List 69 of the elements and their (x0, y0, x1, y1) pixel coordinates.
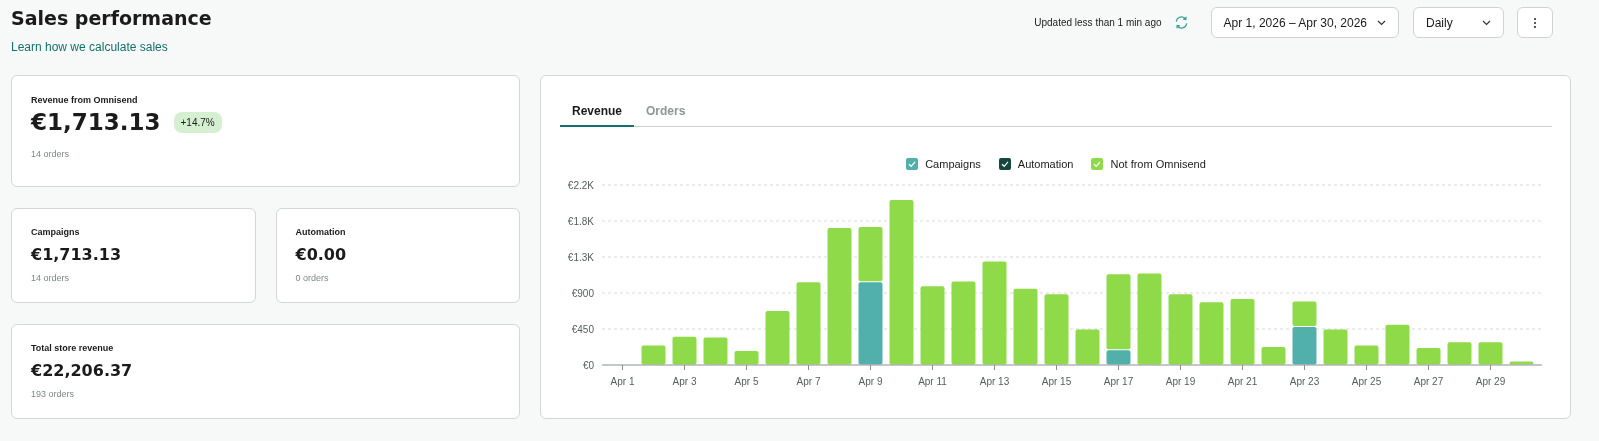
axis-label: Apr 11 (918, 376, 947, 387)
bar (765, 311, 790, 365)
bar (1447, 342, 1472, 365)
legend-label: Campaigns (925, 158, 981, 170)
card-label: Campaigns (31, 227, 81, 237)
axis-label: Apr 5 (734, 376, 759, 387)
interval-select[interactable]: Daily (1413, 7, 1504, 38)
metric-value: €0.00 (295, 245, 348, 264)
axis-label: Apr 9 (858, 376, 883, 387)
axis-label: Apr 17 (1103, 376, 1134, 387)
date-range-select[interactable]: Apr 1, 2026 – Apr 30, 2026 (1210, 7, 1399, 38)
axis-label: €450 (571, 324, 594, 335)
bar (1168, 294, 1193, 365)
caret-icon (1377, 19, 1386, 26)
axis-label: Apr 3 (672, 376, 697, 387)
bar (672, 336, 697, 365)
axis-label: Apr 15 (1041, 376, 1072, 387)
refresh-icon[interactable] (1173, 15, 1189, 30)
revenue-value: €1,713.13 (31, 109, 161, 135)
more-icon (1533, 16, 1537, 29)
page-title: Sales performance (11, 6, 212, 30)
card-label: Revenue from Omnisend (31, 95, 139, 105)
learn-link[interactable]: Learn how we calculate sales (11, 40, 212, 54)
orders-count: 14 orders (31, 273, 71, 283)
legend-label: Not from Omnisend (1110, 158, 1206, 170)
card-label: Total store revenue (31, 343, 115, 353)
bar (1478, 342, 1503, 365)
orders-count: 0 orders (295, 273, 330, 283)
bar (1230, 299, 1255, 365)
bar (1199, 302, 1224, 365)
axis-label: Apr 19 (1165, 376, 1196, 387)
orders-count: 14 orders (31, 149, 71, 159)
legend-checkbox[interactable] (1091, 158, 1104, 170)
legend-checkbox[interactable] (906, 158, 919, 170)
change-badge: +14.7% (173, 111, 222, 133)
orders-count: 193 orders (31, 389, 76, 399)
axis-label: €0 (582, 360, 594, 371)
axis-label: Apr 27 (1413, 376, 1444, 387)
axis-label: Apr 13 (979, 376, 1010, 387)
axis-label: Apr 25 (1351, 376, 1382, 387)
bar (641, 345, 666, 365)
metric-value: €1,713.13 (31, 245, 123, 264)
axis-label: €1.8K (567, 216, 594, 227)
axis-label: €2.2K (567, 180, 594, 191)
axis-label: Apr 29 (1475, 376, 1506, 387)
bar (1075, 329, 1100, 365)
axis-label: Apr 7 (796, 376, 821, 387)
bar (1385, 324, 1410, 365)
axis-label: €900 (571, 288, 594, 299)
legend-label: Automation (1017, 158, 1074, 170)
axis-label: Apr 1 (610, 376, 635, 387)
bar (1323, 329, 1348, 365)
bar (1416, 347, 1441, 365)
legend-checkbox[interactable] (998, 158, 1011, 170)
bar (734, 351, 759, 365)
more-button[interactable] (1517, 7, 1553, 38)
bar (703, 337, 728, 365)
metric-value: €22,206.37 (31, 361, 134, 380)
axis-label: Apr 23 (1289, 376, 1320, 387)
bar (1354, 345, 1379, 365)
bar (1044, 294, 1069, 365)
chart-tab[interactable]: Revenue (560, 96, 635, 127)
axis-label: Apr 21 (1227, 376, 1258, 387)
bar (1261, 347, 1286, 365)
card-label: Automation (295, 227, 347, 237)
update-status: Updated less than 1 min ago (1034, 17, 1162, 28)
caret-icon (1482, 19, 1491, 26)
axis-label: €1.3K (567, 252, 594, 263)
bar (1509, 361, 1534, 365)
